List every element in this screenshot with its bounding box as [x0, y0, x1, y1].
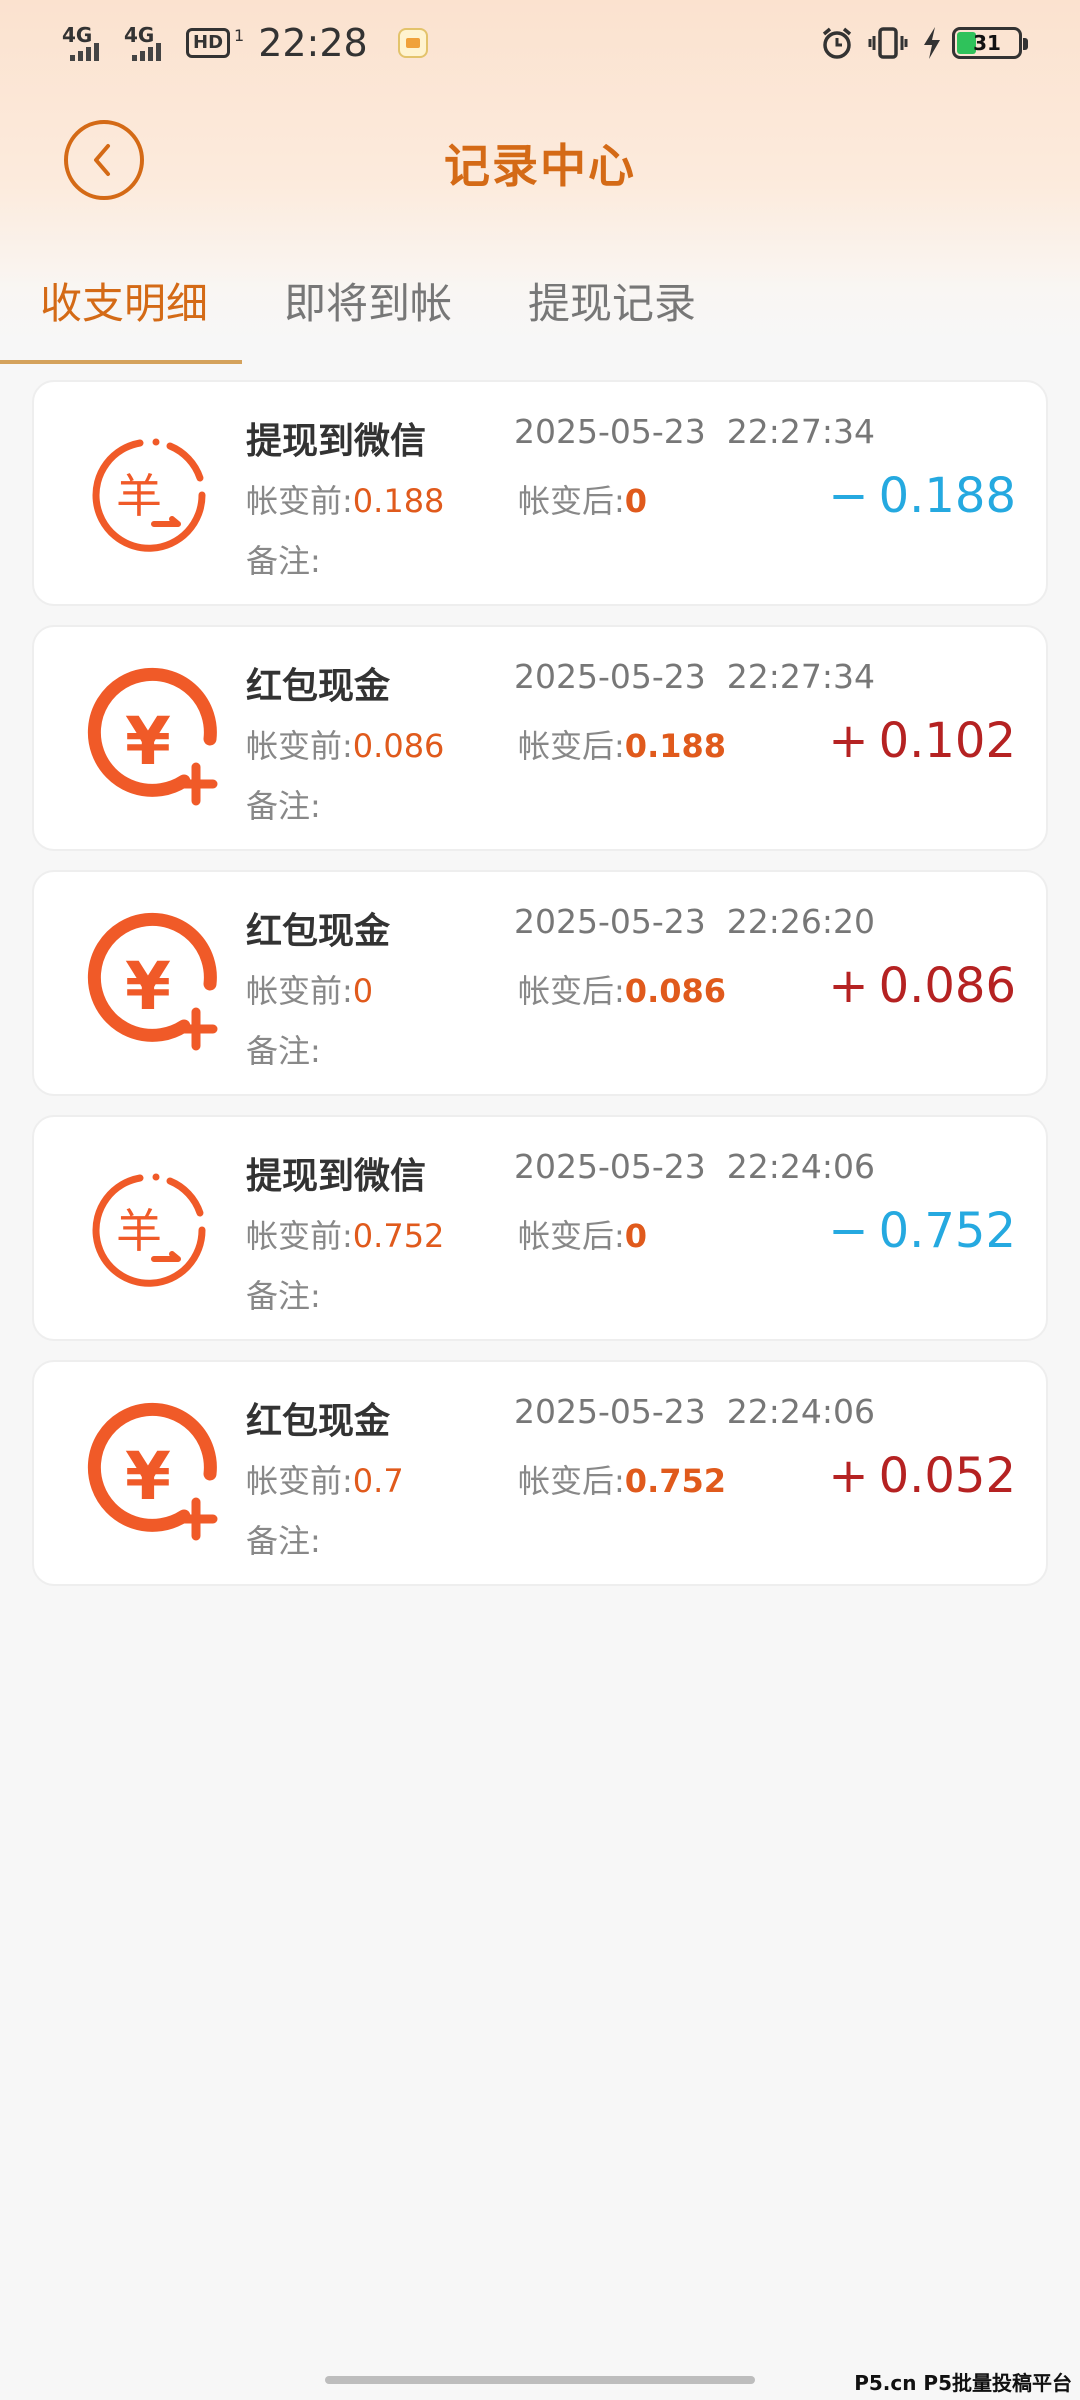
balance-before: 帐变前:0 [246, 966, 373, 1012]
balance-before-value: 0.752 [352, 1217, 445, 1255]
balance-after-value: 0 [624, 1217, 648, 1255]
tab-income-expense[interactable]: 收支明细 [40, 270, 208, 360]
record-time: 2025-05-23 22:26:20 [514, 902, 875, 941]
balance-after-label: 帐变后: [518, 1462, 625, 1500]
balance-after: 帐变后:0 [518, 476, 647, 522]
record-title: 提现到微信 [246, 421, 427, 462]
balance-after-label: 帐变后: [518, 972, 625, 1010]
battery-level: 31 [973, 31, 1001, 55]
amount-sign: + [828, 958, 869, 1014]
svg-text:¥: ¥ [125, 703, 171, 780]
record-note: 备注: [246, 787, 321, 825]
record-note: 备注: [246, 542, 321, 580]
status-bar: 4G 4G HD 1 22:28 31 [0, 0, 1080, 86]
tab-bar: 收支明细 即将到帐 提现记录 [0, 250, 1080, 365]
red-packet-cash-icon: ¥ [74, 665, 224, 815]
balance-after-value: 0.188 [624, 727, 727, 765]
amount-value: 0.752 [878, 1203, 1016, 1259]
record-amount: +0.086 [828, 958, 1016, 1014]
record-card[interactable]: 羊提现到微信 2025-05-23 22:24:06 帐变前:0.752 帐变后:0 备… [32, 1115, 1048, 1341]
balance-before-label: 帐变前: [246, 972, 353, 1010]
hd-badge: HD [186, 28, 231, 58]
amount-value: 0.052 [878, 1448, 1016, 1504]
amount-value: 0.086 [878, 958, 1016, 1014]
alarm-icon [820, 26, 854, 60]
balance-after-value: 0 [624, 482, 648, 520]
status-left: 4G 4G HD 1 22:28 [62, 21, 428, 65]
record-title: 红包现金 [246, 1401, 391, 1442]
status-time: 22:28 [258, 21, 368, 65]
signal-icon: 4G [62, 23, 112, 63]
balance-after-label: 帐变后: [518, 482, 625, 520]
page-title: 记录中心 [444, 139, 636, 193]
record-amount: −0.752 [828, 1203, 1016, 1259]
amount-sign: + [828, 713, 869, 769]
amount-value: 0.102 [878, 713, 1016, 769]
balance-after-label: 帐变后: [518, 1217, 625, 1255]
svg-text:羊: 羊 [116, 469, 162, 523]
record-title: 提现到微信 [246, 1156, 427, 1197]
svg-text:羊: 羊 [116, 1204, 162, 1258]
balance-after: 帐变后:0.188 [518, 721, 726, 767]
watermark: P5.cn P5批量投稿平台 [854, 2371, 1072, 2395]
balance-before-label: 帐变前: [246, 1217, 353, 1255]
balance-before: 帐变前:0.188 [246, 476, 444, 522]
record-time: 2025-05-23 22:24:06 [514, 1147, 875, 1186]
svg-text:¥: ¥ [125, 1438, 171, 1515]
balance-after-value: 0.752 [624, 1462, 727, 1500]
amount-sign: − [828, 1203, 869, 1259]
record-time: 2025-05-23 22:24:06 [514, 1392, 875, 1431]
balance-after: 帐变后:0.086 [518, 966, 726, 1012]
balance-before-label: 帐变前: [246, 1462, 353, 1500]
record-card[interactable]: ¥ 红包现金 2025-05-23 22:24:06 帐变前:0.7 帐变后:0.752… [32, 1360, 1048, 1586]
red-packet-cash-icon: ¥ [74, 910, 224, 1060]
balance-before-value: 0 [352, 972, 374, 1010]
balance-before-value: 0.086 [352, 727, 445, 765]
balance-before-value: 0.7 [352, 1462, 404, 1500]
record-amount: +0.052 [828, 1448, 1016, 1504]
balance-after-label: 帐变后: [518, 727, 625, 765]
tab-pending[interactable]: 即将到帐 [284, 270, 452, 360]
hd-sub: 1 [234, 26, 245, 45]
signal-icon: 4G [124, 23, 174, 63]
red-packet-cash-icon: ¥ [74, 1400, 224, 1550]
amount-sign: + [828, 1448, 869, 1504]
charging-icon [922, 26, 942, 60]
record-note: 备注: [246, 1522, 321, 1560]
record-time: 2025-05-23 22:27:34 [514, 657, 875, 696]
balance-before: 帐变前:0.752 [246, 1211, 444, 1257]
home-indicator[interactable] [325, 2376, 755, 2384]
balance-after: 帐变后:0.752 [518, 1456, 726, 1502]
balance-before: 帐变前:0.086 [246, 721, 444, 767]
balance-before-value: 0.188 [352, 482, 445, 520]
balance-after: 帐变后:0 [518, 1211, 647, 1257]
app-notification-icon [397, 28, 428, 58]
svg-text:¥: ¥ [125, 948, 171, 1025]
tab-withdraw-records[interactable]: 提现记录 [528, 270, 696, 360]
record-list: 羊提现到微信 2025-05-23 22:27:34 帐变前:0.188 帐变后:0 备… [32, 380, 1048, 1605]
header: 记录中心 [0, 100, 1080, 220]
record-time: 2025-05-23 22:27:34 [514, 412, 875, 451]
record-amount: −0.188 [828, 468, 1016, 524]
record-amount: +0.102 [828, 713, 1016, 769]
balance-before-label: 帐变前: [246, 482, 353, 520]
amount-value: 0.188 [878, 468, 1016, 524]
record-card[interactable]: ¥ 红包现金 2025-05-23 22:27:34 帐变前:0.086 帐变后:0.1… [32, 625, 1048, 851]
record-title: 红包现金 [246, 666, 391, 707]
vibrate-icon [868, 26, 908, 60]
balance-after-value: 0.086 [624, 972, 727, 1010]
balance-before-label: 帐变前: [246, 727, 353, 765]
battery-icon: 31 [952, 27, 1028, 59]
withdraw-icon: 羊 [74, 1155, 224, 1305]
record-card[interactable]: 羊提现到微信 2025-05-23 22:27:34 帐变前:0.188 帐变后:0 备… [32, 380, 1048, 606]
amount-sign: − [828, 468, 869, 524]
record-note: 备注: [246, 1277, 321, 1315]
tab-active-indicator [0, 360, 242, 364]
record-title: 红包现金 [246, 911, 391, 952]
record-note: 备注: [246, 1032, 321, 1070]
status-right: 31 [806, 26, 1028, 60]
withdraw-icon: 羊 [74, 420, 224, 570]
record-card[interactable]: ¥ 红包现金 2025-05-23 22:26:20 帐变前:0 帐变后:0.086 备注… [32, 870, 1048, 1096]
balance-before: 帐变前:0.7 [246, 1456, 404, 1502]
